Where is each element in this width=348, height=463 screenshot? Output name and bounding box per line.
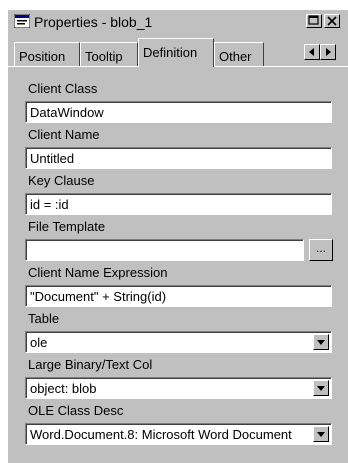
client-name-label: Client Name — [28, 127, 100, 142]
tab-tooltip[interactable]: Tooltip — [80, 42, 138, 66]
file-template-browse-button[interactable]: ... — [309, 239, 333, 261]
window-title: Properties - blob_1 — [34, 14, 153, 30]
tab-scroll-left[interactable] — [304, 44, 320, 60]
tab-tooltip-label: Tooltip — [85, 49, 123, 64]
title-bar[interactable]: Properties - blob_1 — [8, 10, 348, 34]
key-clause-label: Key Clause — [28, 173, 95, 188]
tab-other-label: Other — [219, 49, 252, 64]
large-binary-text-col-select[interactable]: object: blob — [25, 377, 332, 399]
ole-class-desc-label: OLE Class Desc — [28, 403, 124, 418]
client-name-expression-field[interactable]: "Document" + String(id) — [25, 285, 332, 307]
ole-class-desc-dropdown-button[interactable] — [313, 426, 329, 442]
file-template-label: File Template — [28, 219, 106, 234]
file-template-field[interactable] — [25, 239, 304, 261]
restore-icon — [308, 15, 319, 25]
key-clause-field[interactable]: id = :id — [25, 193, 332, 215]
tab-position-label: Position — [19, 49, 66, 64]
large-binary-text-col-dropdown-button[interactable] — [313, 380, 329, 396]
large-binary-text-col-value: object: blob — [30, 381, 97, 396]
arrow-left-icon — [309, 48, 314, 56]
table-select[interactable]: ole — [25, 331, 332, 353]
tab-definition-label: Definition — [143, 45, 198, 60]
close-icon — [327, 16, 337, 26]
client-class-label: Client Class — [28, 81, 98, 96]
ole-class-desc-value: Word.Document.8: Microsoft Word Document — [30, 427, 292, 442]
tab-definition[interactable]: Definition — [138, 38, 214, 67]
table-value: ole — [30, 335, 48, 350]
tab-strip: Position Tooltip Definition Other — [8, 34, 348, 67]
large-binary-text-col-label: Large Binary/Text Col — [28, 357, 153, 372]
table-label: Table — [28, 311, 60, 326]
client-name-expression-label: Client Name Expression — [28, 265, 168, 280]
client-name-field[interactable]: Untitled — [25, 147, 332, 169]
arrow-right-icon — [326, 48, 331, 56]
chevron-down-icon — [317, 432, 325, 437]
tab-other[interactable]: Other — [214, 42, 264, 66]
tab-position[interactable]: Position — [14, 42, 80, 66]
table-dropdown-button[interactable] — [313, 334, 329, 350]
client-class-field[interactable]: DataWindow — [25, 101, 332, 123]
properties-app-icon — [13, 13, 31, 29]
close-button[interactable] — [324, 14, 340, 28]
chevron-down-icon — [317, 386, 325, 391]
ole-class-desc-select[interactable]: Word.Document.8: Microsoft Word Document — [25, 423, 332, 445]
chevron-down-icon — [317, 340, 325, 345]
tab-scroll-right[interactable] — [320, 44, 336, 60]
restore-button[interactable] — [306, 14, 322, 28]
